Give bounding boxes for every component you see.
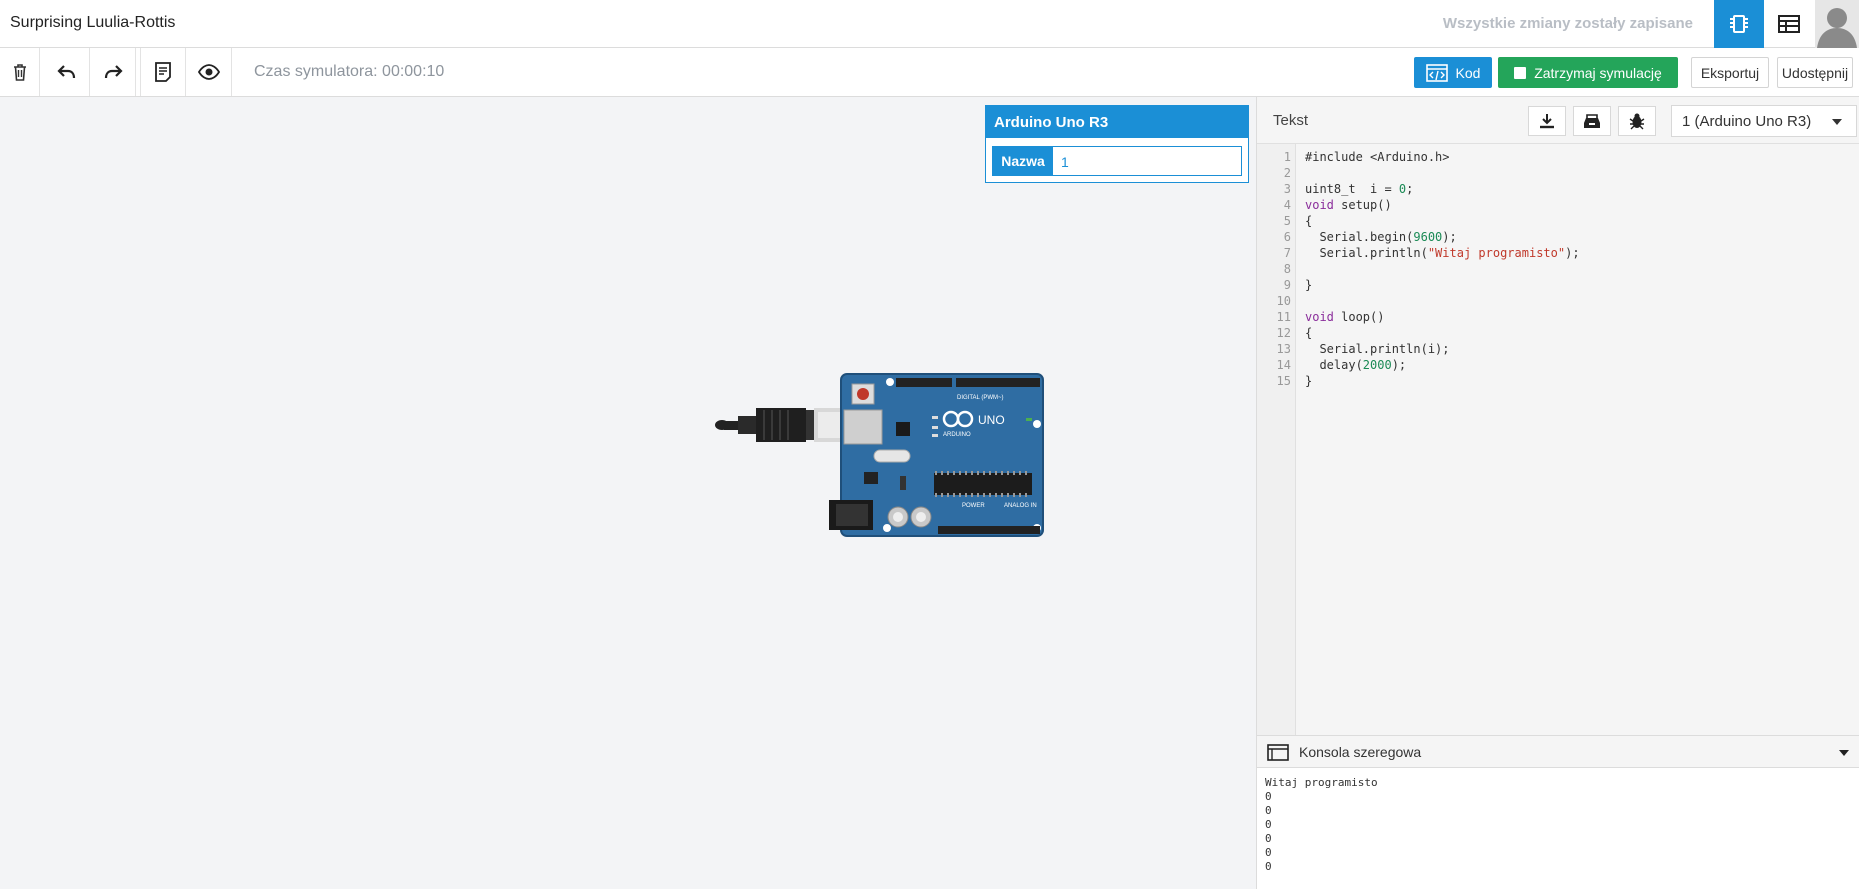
- name-label: Nazwa: [993, 147, 1053, 175]
- eye-icon: [197, 64, 220, 80]
- code-line[interactable]: uint8_t i = 0;: [1305, 181, 1580, 197]
- download-icon: [1540, 114, 1554, 129]
- code-line[interactable]: }: [1305, 277, 1580, 293]
- code-line[interactable]: #include <Arduino.h>: [1305, 149, 1580, 165]
- line-number: 2: [1283, 166, 1291, 180]
- device-select[interactable]: 1 (Arduino Uno R3): [1671, 105, 1857, 137]
- line-number: 1: [1283, 150, 1291, 164]
- line-number: 14: [1276, 358, 1291, 372]
- line-number: 13: [1276, 342, 1291, 356]
- digital-label: DIGITAL (PWM~): [957, 395, 1004, 401]
- code-button-label: Kod: [1455, 64, 1481, 81]
- stop-simulation-button[interactable]: Zatrzymaj symulację: [1498, 57, 1678, 88]
- atmega-chip: [934, 473, 1032, 495]
- libraries-button[interactable]: [1573, 106, 1611, 136]
- stop-simulation-label: Zatrzymaj symulację: [1534, 64, 1662, 81]
- code-button[interactable]: Kod: [1414, 57, 1492, 88]
- trash-icon: [13, 64, 26, 81]
- simulator-timer: Czas symulatora: 00:00:10: [254, 63, 445, 80]
- circuit-canvas[interactable]: [0, 97, 1256, 889]
- line-number: 15: [1276, 374, 1291, 388]
- code-icon: [1425, 63, 1448, 82]
- analog-label: ANALOG IN: [1004, 503, 1037, 509]
- console-icon: [1267, 744, 1289, 761]
- stop-icon: [1514, 66, 1527, 79]
- line-number-gutter: 1 2 3 4 5 6 7 8 9 10 11 12 13 14 15: [1257, 144, 1296, 735]
- line-number: 6: [1283, 230, 1291, 244]
- code-line[interactable]: [1305, 293, 1580, 309]
- line-number: 7: [1283, 246, 1291, 260]
- code-line[interactable]: {: [1305, 325, 1580, 341]
- code-line[interactable]: }: [1305, 373, 1580, 389]
- top-bar: Surprising Luulia-Rottis Wszystkie zmian…: [0, 0, 1859, 48]
- debugger-button[interactable]: [1618, 106, 1656, 136]
- download-button[interactable]: [1528, 106, 1566, 136]
- line-number: 11: [1276, 310, 1291, 324]
- code-line[interactable]: Serial.begin(9600);: [1305, 229, 1580, 245]
- bug-icon: [1629, 113, 1645, 130]
- chevron-down-icon[interactable]: [1839, 750, 1849, 756]
- main-toolbar: Czas symulatora: 00:00:10 Kod Zatrzymaj …: [0, 48, 1859, 97]
- table-icon: [1778, 15, 1800, 33]
- code-line[interactable]: [1305, 261, 1580, 277]
- user-avatar[interactable]: [1815, 0, 1859, 48]
- undo-icon: [56, 65, 75, 79]
- serial-console-title: Konsola szeregowa: [1299, 744, 1422, 760]
- code-panel-header: Tekst 1 (Arduino Uno R3): [1257, 97, 1859, 144]
- export-button[interactable]: Eksportuj: [1691, 57, 1769, 88]
- share-button[interactable]: Udostępnij: [1777, 57, 1853, 88]
- power-label: POWER: [962, 503, 985, 509]
- redo-button[interactable]: [90, 48, 136, 96]
- device-select-value: 1 (Arduino Uno R3): [1682, 113, 1812, 130]
- notes-icon: [155, 62, 171, 82]
- arduino-uno-board[interactable]: DIGITAL (PWM~) UNO ARDUINO POWER ANALOG …: [714, 372, 1050, 538]
- line-number: 3: [1283, 182, 1291, 196]
- code-line[interactable]: void loop(): [1305, 309, 1580, 325]
- code-editor-panel: Tekst 1 (Arduino Uno R3) 1 2 3 4 5 6 7 8…: [1256, 97, 1859, 735]
- undo-button[interactable]: [44, 48, 90, 96]
- line-number: 10: [1276, 294, 1291, 308]
- serial-output: Witaj programisto 0 0 0 0 0 0: [1265, 776, 1378, 873]
- redo-icon: [104, 65, 123, 79]
- editor-mode-label[interactable]: Tekst: [1273, 112, 1308, 129]
- serial-console-header[interactable]: Konsola szeregowa: [1257, 735, 1859, 768]
- notes-button[interactable]: [140, 48, 186, 96]
- component-inspector: Arduino Uno R3 Nazwa 1: [985, 105, 1249, 183]
- model-label: UNO: [978, 413, 1005, 427]
- project-title[interactable]: Surprising Luulia-Rottis: [10, 14, 175, 32]
- name-field-row: Nazwa 1: [992, 146, 1242, 176]
- name-input[interactable]: 1: [1053, 147, 1241, 175]
- code-editor[interactable]: #include <Arduino.h> uint8_t i = 0; void …: [1305, 149, 1580, 389]
- avatar-icon: [1817, 8, 1857, 48]
- usb-cable: [715, 408, 858, 442]
- code-line[interactable]: Serial.println(i);: [1305, 341, 1580, 357]
- chevron-down-icon: [1832, 119, 1842, 125]
- serial-console: Konsola szeregowa Witaj programisto 0 0 …: [1256, 735, 1859, 889]
- circuit-icon: [1730, 15, 1748, 33]
- line-number: 9: [1283, 278, 1291, 292]
- component-list-button[interactable]: [1764, 0, 1814, 48]
- code-line[interactable]: {: [1305, 213, 1580, 229]
- code-line[interactable]: [1305, 165, 1580, 181]
- visibility-button[interactable]: [186, 48, 232, 96]
- brand-label: ARDUINO: [943, 432, 971, 438]
- code-line[interactable]: delay(2000);: [1305, 357, 1580, 373]
- circuit-view-button[interactable]: [1714, 0, 1764, 48]
- code-line[interactable]: Serial.println("Witaj programisto");: [1305, 245, 1579, 261]
- library-icon: [1584, 114, 1600, 128]
- code-line[interactable]: void setup(): [1305, 197, 1580, 213]
- line-number: 8: [1283, 262, 1291, 276]
- line-number: 4: [1283, 198, 1291, 212]
- inspector-title: Arduino Uno R3: [986, 106, 1248, 138]
- delete-button[interactable]: [0, 48, 40, 96]
- line-number: 12: [1276, 326, 1291, 340]
- line-number: 5: [1283, 214, 1291, 228]
- save-status: Wszystkie zmiany zostały zapisane: [1442, 15, 1693, 32]
